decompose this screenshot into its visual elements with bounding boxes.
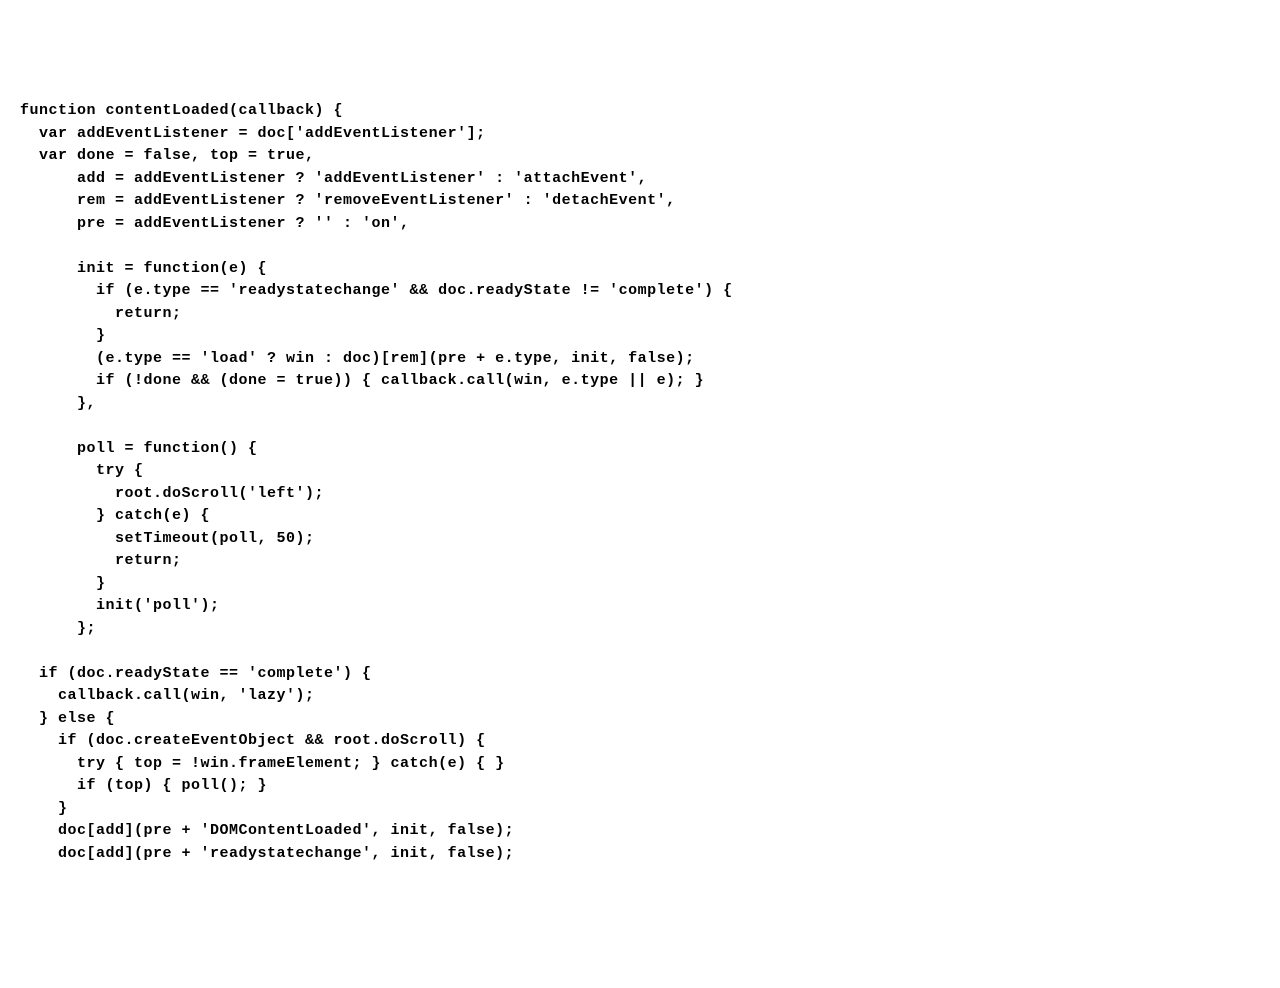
code-snippet: function contentLoaded(callback) { var a… — [20, 100, 1260, 865]
